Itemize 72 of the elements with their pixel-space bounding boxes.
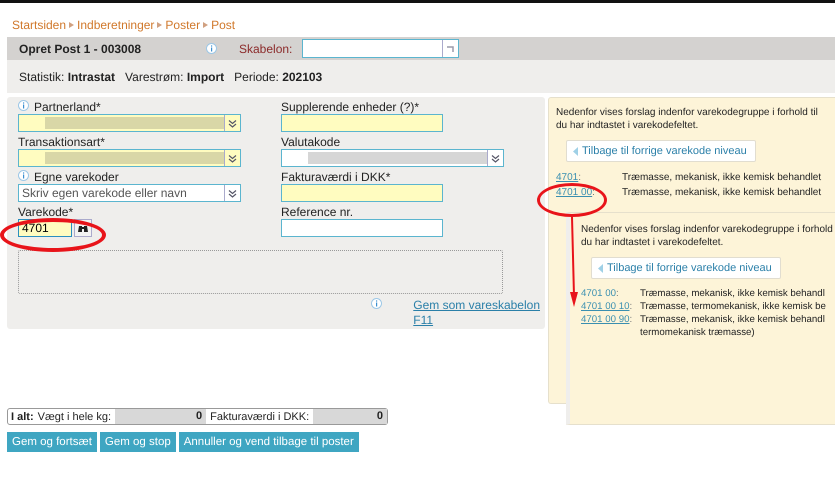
colon: : (630, 301, 632, 312)
field-label: Egne varekoder (34, 170, 119, 184)
field-label: Reference nr. (281, 204, 354, 218)
double-chevron-icon (228, 188, 237, 198)
field-label: Transaktionsart* (18, 134, 105, 148)
left-triangle-icon (598, 264, 603, 272)
intro-text: du har indtastet i varekodefeltet. (556, 120, 698, 131)
invoice-label: Fakturaværdi i DKK: (210, 410, 310, 422)
save-template-link[interactable]: Gem som vareskabelon (413, 298, 540, 313)
action-button[interactable]: Gem og stop (100, 432, 176, 452)
stat-text: Periode: 202103 (234, 70, 322, 84)
totals-label: I alt: (11, 410, 34, 422)
varekode-link[interactable]: 4701 00 10 (581, 301, 630, 312)
left-triangle-icon (573, 146, 578, 156)
field-label: Varekode* (18, 204, 74, 218)
chevron-icon (203, 22, 208, 28)
input-field[interactable] (281, 114, 443, 132)
invoice-value: 0 (313, 409, 387, 424)
intro-text: du har indtastet i varekodefeltet. (581, 237, 724, 248)
stat-text: Varestrøm: Import (125, 70, 224, 84)
input-field[interactable] (281, 219, 443, 237)
binoculars-icon (77, 224, 89, 232)
colon: : (616, 288, 619, 299)
action-button[interactable]: Gem og fortsæt (7, 432, 97, 452)
varekode-link[interactable]: 4701 (556, 172, 578, 183)
varekode-link[interactable]: 4701 00 (581, 288, 616, 299)
template-label: Skabelon: (239, 42, 292, 56)
info-icon[interactable] (206, 43, 217, 54)
chevron-icon (157, 22, 162, 28)
description-text: Træmasse, mekanisk, ikke kemisk behandlet (622, 187, 822, 198)
back-button[interactable]: Tilbage til forrige varekode niveau (591, 257, 781, 279)
back-button[interactable]: Tilbage til forrige varekode niveau (566, 140, 756, 162)
chevron-icon (69, 22, 74, 28)
breadcrumb-link[interactable]: Post (211, 18, 236, 32)
highlight-ellipse (537, 183, 607, 217)
template-field[interactable] (302, 39, 460, 58)
info-icon[interactable] (18, 170, 29, 180)
select-field[interactable] (18, 149, 241, 167)
action-button[interactable]: Annuller og vend tilbage til poster (178, 432, 359, 452)
varekode-link[interactable]: 4701 00 (556, 187, 592, 198)
description-text: Træmasse, termomekanisk, ikke kemisk be (640, 301, 826, 312)
colon: : (578, 172, 582, 183)
stat-text: Statistik: Intrastat (19, 70, 116, 84)
double-chevron-icon (228, 118, 237, 128)
select-field[interactable]: Skriv egen varekode eller navn (18, 184, 241, 202)
intro-text: Nedenfor vises forslag indenfor varekodegruppe i forhold til (556, 107, 818, 118)
colon: : (630, 314, 632, 325)
field-label: Valutakode (281, 134, 340, 148)
field-label: Partnerland* (34, 100, 101, 114)
select-field[interactable] (18, 114, 241, 132)
save-template-link[interactable]: F11 (413, 313, 540, 328)
description-text: termomekanisk træmasse) (640, 327, 755, 338)
description-text: Træmasse, mekanisk, ikke kemisk behandl (640, 288, 825, 299)
description-text: Træmasse, mekanisk, ikke kemisk behandlet (622, 172, 822, 183)
colon: : (592, 187, 595, 198)
input-field[interactable] (281, 184, 443, 202)
info-icon[interactable] (371, 298, 382, 309)
info-icon[interactable] (18, 100, 29, 110)
weight-value: 0 (115, 409, 206, 424)
breadcrumb-link[interactable]: Poster (165, 18, 200, 32)
breadcrumb-link[interactable]: Startsiden (12, 18, 66, 32)
intro-text: Nedenfor vises forslag indenfor varekodegruppe i forhold (581, 224, 833, 235)
field-label: Fakturaværdi i DKK* (281, 170, 390, 184)
weight-label: Vægt i hele kg: (38, 410, 111, 422)
field-label: Supplerende enheder (?)* (281, 100, 420, 114)
breadcrumb-link[interactable]: Indberetninger (77, 18, 154, 32)
varekode-link[interactable]: 4701 00 90 (581, 314, 630, 325)
description-text: Træmasse, mekanisk, ikke kemisk behandl (640, 314, 825, 325)
double-chevron-icon (491, 154, 500, 162)
page-title: Opret Post 1 - 003008 (19, 42, 142, 56)
select-field[interactable] (281, 149, 504, 167)
double-chevron-icon (228, 154, 237, 162)
